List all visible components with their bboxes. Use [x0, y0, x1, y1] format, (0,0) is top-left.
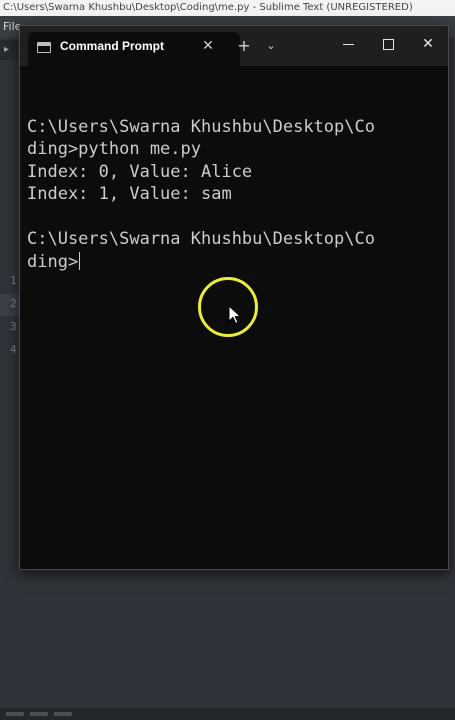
file-tab-icon: ▸: [4, 44, 10, 55]
tab-title: Command Prompt: [60, 39, 165, 53]
close-icon: ✕: [422, 36, 434, 52]
sublime-file-tab[interactable]: ▸: [0, 40, 18, 60]
terminal-line: Index: 0, Value: Alice: [27, 162, 253, 182]
new-tab-button[interactable]: +: [234, 35, 254, 57]
close-window-button[interactable]: ✕: [408, 30, 448, 58]
status-indicators: [6, 712, 72, 716]
minimize-button[interactable]: [328, 30, 368, 58]
terminal-line: ding>python me.py: [27, 139, 201, 159]
tab-close-button[interactable]: ✕: [198, 35, 218, 57]
terminal-prompt-line[interactable]: ding>: [27, 251, 81, 273]
terminal-line: C:\Users\Swarna Khushbu\Desktop\Co: [27, 229, 375, 249]
terminal-line: Index: 1, Value: sam: [27, 184, 232, 204]
sublime-title-bar: C:\Users\Swarna Khushbu\Desktop\Coding\m…: [0, 0, 455, 16]
maximize-button[interactable]: [368, 30, 408, 58]
terminal-icon: [37, 42, 51, 53]
terminal-line: C:\Users\Swarna Khushbu\Desktop\Co: [27, 117, 375, 137]
sublime-status-bar: [0, 708, 455, 720]
minimize-icon: [342, 43, 354, 45]
tab-dropdown-button[interactable]: ⌄: [262, 35, 280, 57]
chevron-down-icon: ⌄: [266, 39, 276, 52]
maximize-icon: [382, 38, 394, 50]
text-caret: [79, 252, 81, 270]
prompt-text: ding>: [27, 252, 79, 272]
tab-command-prompt[interactable]: Command Prompt ✕: [28, 32, 240, 66]
mouse-pointer-icon: [228, 305, 242, 325]
terminal-title-bar[interactable]: Command Prompt ✕ + ⌄ ✕: [20, 26, 448, 66]
